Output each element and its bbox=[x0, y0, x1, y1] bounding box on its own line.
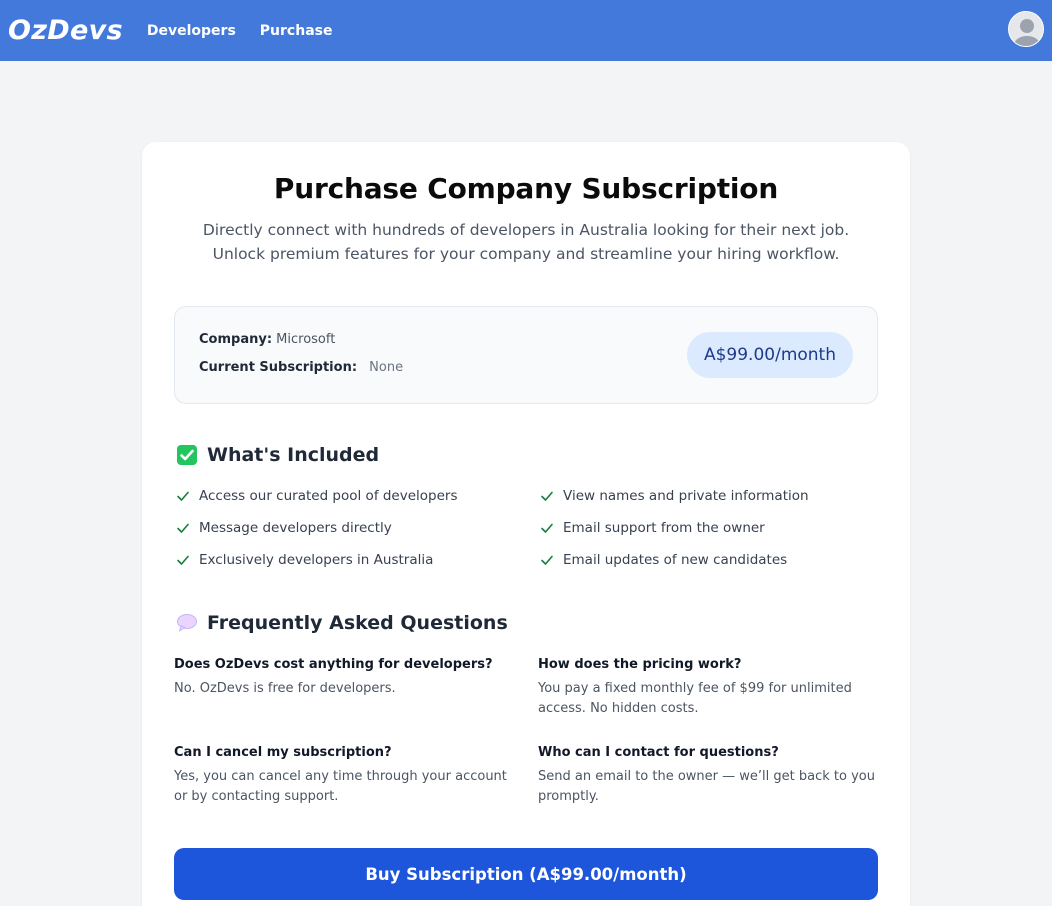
buy-subscription-button[interactable]: Buy Subscription (A$99.00/month) bbox=[174, 848, 878, 900]
subscription-value: None bbox=[369, 360, 404, 375]
check-icon bbox=[177, 555, 189, 565]
check-icon bbox=[541, 555, 553, 565]
nav-link-purchase[interactable]: Purchase bbox=[260, 23, 333, 39]
feature-text: View names and private information bbox=[563, 488, 809, 504]
subscription-label: Current Subscription: bbox=[199, 360, 358, 375]
company-value: Microsoft bbox=[276, 332, 336, 347]
user-avatar[interactable] bbox=[1008, 11, 1044, 47]
company-row: Company: Microsoft bbox=[199, 332, 335, 347]
feature-text: Message developers directly bbox=[199, 520, 392, 536]
feature-item: Email support from the owner bbox=[540, 520, 765, 536]
faq-answer: You pay a fixed monthly fee of $99 for u… bbox=[538, 681, 852, 716]
top-navbar: OzDevs Developers Purchase bbox=[0, 0, 1052, 61]
speech-bubble-emoji-icon bbox=[177, 614, 197, 632]
feature-item: Access our curated pool of developers bbox=[176, 488, 458, 504]
subscription-card: Purchase Company Subscription Directly c… bbox=[142, 142, 910, 906]
faq-question: Who can I contact for questions? bbox=[538, 745, 779, 760]
company-label: Company: bbox=[199, 332, 273, 347]
current-subscription-row: Current Subscription: None bbox=[199, 360, 403, 375]
check-icon bbox=[541, 523, 553, 533]
feature-text: Email support from the owner bbox=[563, 520, 765, 536]
page-subtitle: Directly connect with hundreds of develo… bbox=[202, 221, 850, 263]
included-heading: What's Included bbox=[176, 444, 379, 466]
faq-heading-text: Frequently Asked Questions bbox=[207, 612, 508, 634]
nav-link-developers[interactable]: Developers bbox=[147, 23, 236, 39]
feature-item: View names and private information bbox=[540, 488, 809, 504]
check-icon bbox=[177, 491, 189, 501]
faq-question: Can I cancel my subscription? bbox=[174, 745, 392, 760]
subscription-summary: Company: Microsoft Current Subscription:… bbox=[174, 306, 878, 404]
faq-question: Does OzDevs cost anything for developers… bbox=[174, 657, 493, 672]
check-icon bbox=[177, 523, 189, 533]
user-icon bbox=[1009, 12, 1043, 46]
faq-answer: Yes, you can cancel any time through you… bbox=[174, 769, 507, 804]
brand-logo[interactable]: OzDevs bbox=[8, 15, 123, 46]
price-badge: A$99.00/month bbox=[686, 332, 853, 378]
page-title: Purchase Company Subscription bbox=[273, 172, 779, 205]
faq-question: How does the pricing work? bbox=[538, 657, 742, 672]
feature-text: Access our curated pool of developers bbox=[199, 488, 458, 504]
check-icon bbox=[541, 491, 553, 501]
check-box-emoji-icon bbox=[177, 445, 197, 465]
feature-text: Email updates of new candidates bbox=[563, 552, 788, 568]
feature-item: Message developers directly bbox=[176, 520, 392, 536]
faq-answer: Send an email to the owner — we’ll get b… bbox=[538, 769, 875, 804]
faq-heading: Frequently Asked Questions bbox=[176, 612, 508, 634]
faq-answer: No. OzDevs is free for developers. bbox=[174, 681, 396, 696]
feature-item: Exclusively developers in Australia bbox=[176, 552, 433, 568]
feature-item: Email updates of new candidates bbox=[540, 552, 787, 568]
included-heading-text: What's Included bbox=[207, 444, 380, 466]
feature-text: Exclusively developers in Australia bbox=[199, 552, 434, 568]
